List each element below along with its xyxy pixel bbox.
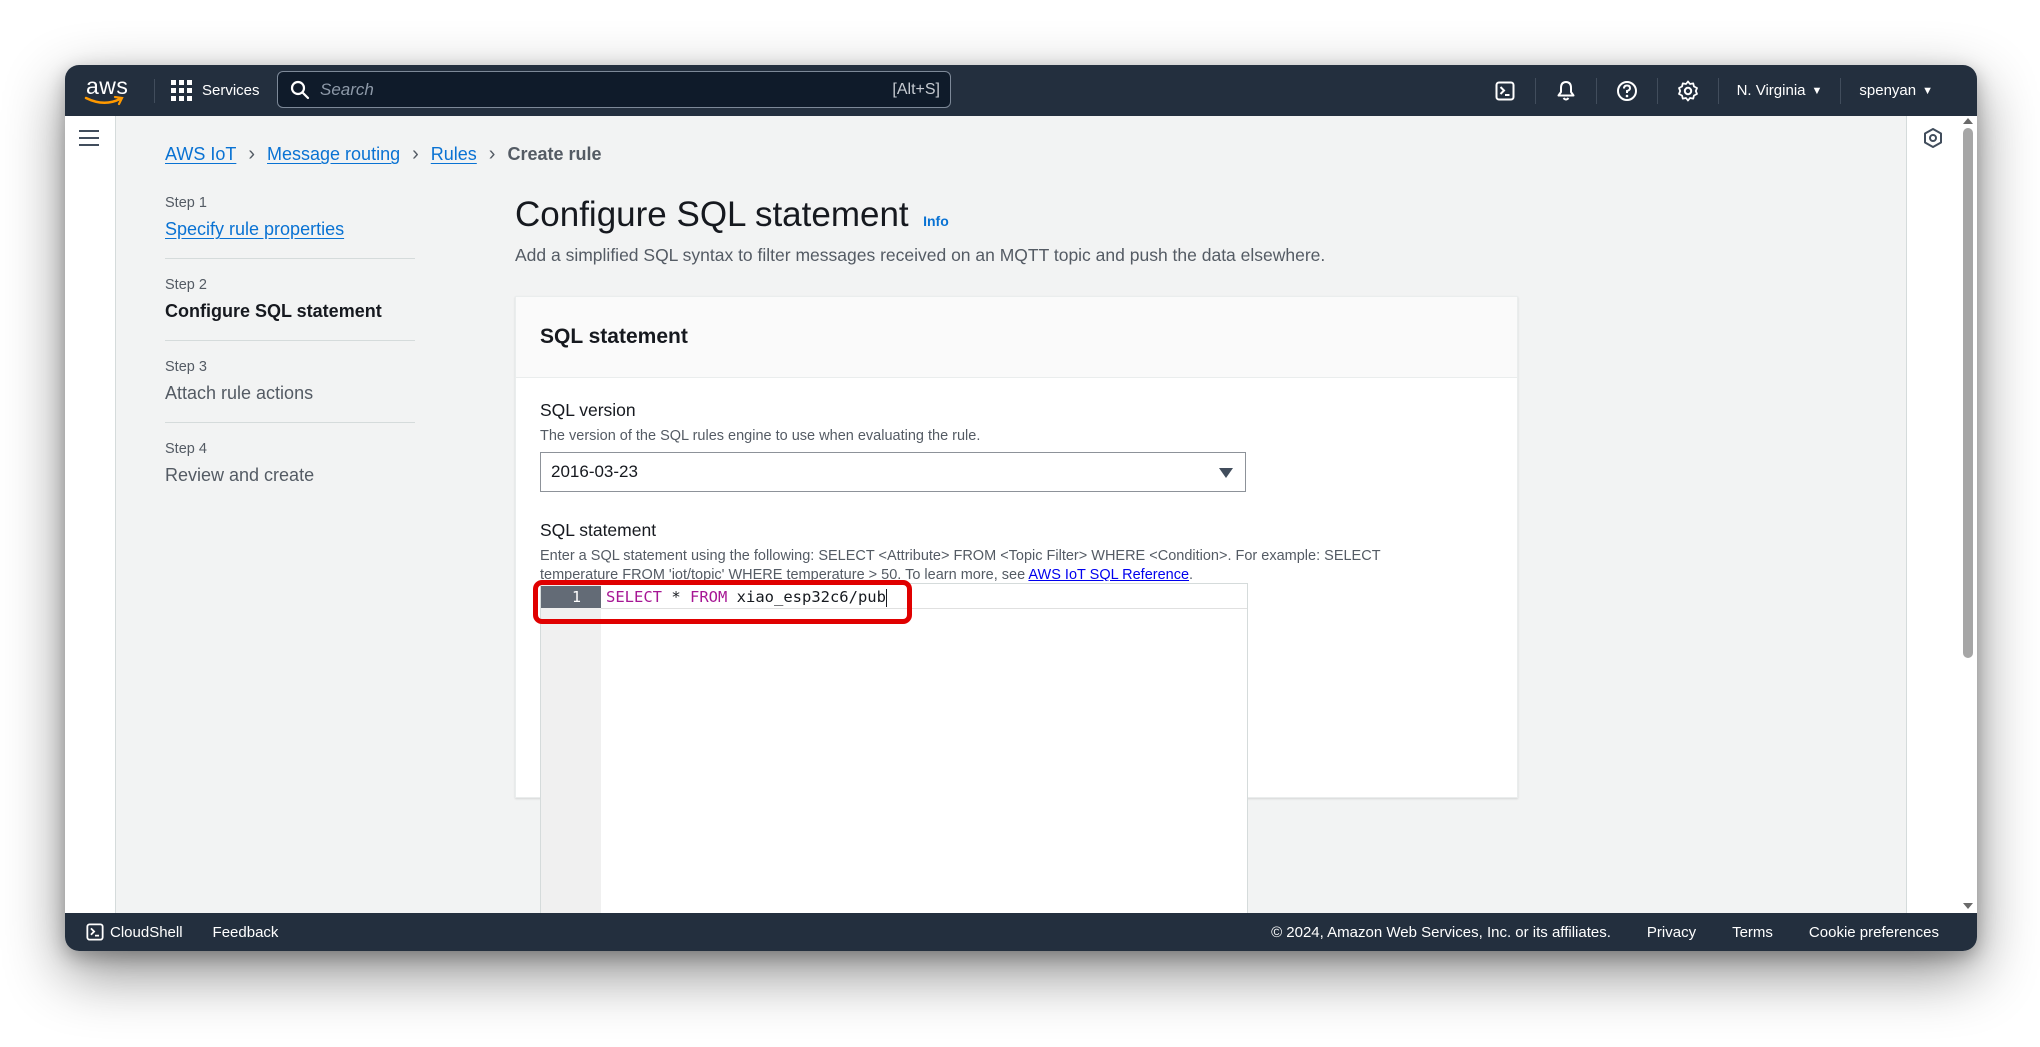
- services-menu-button[interactable]: Services: [167, 71, 264, 111]
- scroll-down-arrow-icon[interactable]: [1963, 903, 1973, 909]
- step-label: Review and create: [165, 465, 315, 485]
- help-icon: [1616, 80, 1637, 101]
- step-number: Step 3: [165, 359, 207, 375]
- search-icon: [290, 80, 310, 99]
- aws-smile-icon: [84, 95, 124, 105]
- cloudshell-icon: [1495, 81, 1515, 100]
- step-2: Step 2 Configure SQL statement: [165, 277, 415, 341]
- step-label-current: Configure SQL statement: [165, 301, 382, 321]
- privacy-link[interactable]: Privacy: [1647, 924, 1696, 941]
- breadcrumb-message-routing[interactable]: Message routing: [267, 144, 400, 165]
- menu-icon[interactable]: [79, 130, 99, 151]
- breadcrumb-rules[interactable]: Rules: [431, 144, 477, 165]
- chevron-right-icon: ›: [412, 143, 419, 165]
- nav-divider: [1717, 77, 1719, 104]
- footer-right-group: © 2024, Amazon Web Services, Inc. or its…: [1235, 924, 1939, 941]
- page-description: Add a simplified SQL syntax to filter me…: [515, 245, 1326, 265]
- sql-statement-label: SQL statement: [540, 520, 657, 540]
- chevron-right-icon: ›: [488, 143, 496, 165]
- cloudshell-label: CloudShell: [110, 923, 183, 941]
- wizard-steps: Step 1 Specify rule properties Step 2 Co…: [165, 195, 415, 522]
- sql-version-select[interactable]: 2016-03-23: [540, 452, 1246, 492]
- step-1: Step 1 Specify rule properties: [165, 195, 415, 259]
- scroll-up-arrow-icon[interactable]: [1963, 118, 1973, 124]
- step-number: Step 2: [165, 277, 207, 293]
- sql-version-label: SQL version: [540, 400, 636, 420]
- annotation-highlight-box: [533, 580, 912, 624]
- search-bar[interactable]: [Alt+S]: [277, 71, 951, 108]
- help-button[interactable]: [1605, 65, 1649, 116]
- chevron-right-icon: ›: [248, 143, 256, 165]
- sql-statement-desc-text: Enter a SQL statement using the followin…: [540, 548, 1381, 581]
- nav-divider: [1656, 77, 1658, 104]
- breadcrumb-current: Create rule: [507, 144, 602, 164]
- sql-version-value: 2016-03-23: [551, 462, 638, 481]
- sql-version-description: The version of the SQL rules engine to u…: [540, 428, 981, 444]
- sql-reference-link[interactable]: AWS IoT SQL Reference: [1028, 567, 1189, 581]
- panel-title: SQL statement: [540, 325, 688, 348]
- search-input[interactable]: [318, 78, 893, 101]
- cloudshell-icon: [86, 923, 104, 941]
- panel-header: SQL statement: [516, 297, 1517, 378]
- terms-link[interactable]: Terms: [1732, 924, 1773, 941]
- services-label: Services: [202, 82, 260, 99]
- footer-bar: CloudShell Feedback © 2024, Amazon Web S…: [65, 913, 1977, 951]
- breadcrumb-aws-iot[interactable]: AWS IoT: [165, 144, 236, 165]
- sql-code-editor[interactable]: 1 SELECT * FROM xiao_esp32c6/pub: [540, 583, 1248, 915]
- info-link[interactable]: Info: [923, 213, 949, 229]
- cloudshell-footer-button[interactable]: CloudShell: [86, 923, 183, 941]
- step-4: Step 4 Review and create: [165, 441, 415, 504]
- bell-icon: [1557, 80, 1575, 100]
- caret-down-icon: [1219, 468, 1233, 478]
- nav-right-group: N. Virginia ▼ spenyan ▼: [1483, 65, 1977, 116]
- feedback-link[interactable]: Feedback: [213, 924, 279, 941]
- copyright-text: © 2024, Amazon Web Services, Inc. or its…: [1271, 923, 1611, 941]
- sql-statement-description: Enter a SQL statement using the followin…: [540, 547, 1420, 581]
- sql-desc-end: .: [1189, 567, 1194, 581]
- browser-window: aws Services [Alt+S]: [65, 65, 1977, 951]
- step-link-specify-rule-properties[interactable]: Specify rule properties: [165, 219, 415, 240]
- breadcrumb: AWS IoT › Message routing › Rules › Crea…: [165, 143, 602, 166]
- step-number: Step 4: [165, 441, 207, 457]
- step-label: Attach rule actions: [165, 383, 314, 403]
- main-content-header: Configure SQL statement Info Add a simpl…: [515, 195, 1525, 266]
- search-shortcut: [Alt+S]: [892, 80, 940, 98]
- notifications-button[interactable]: [1544, 65, 1588, 116]
- caret-down-icon: ▼: [1922, 84, 1933, 97]
- tools-panel-icon[interactable]: [1922, 127, 1944, 149]
- account-menu[interactable]: spenyan ▼: [1849, 82, 1943, 99]
- region-label: N. Virginia: [1736, 82, 1806, 99]
- page-scrollbar[interactable]: [1959, 116, 1977, 913]
- nav-divider: [1595, 77, 1597, 104]
- side-navigation-rail: [65, 116, 116, 913]
- panel-body: SQL version The version of the SQL rules…: [516, 378, 1517, 937]
- settings-button[interactable]: [1666, 65, 1710, 116]
- grid-icon: [171, 80, 192, 101]
- top-navigation: aws Services [Alt+S]: [65, 65, 1977, 116]
- scroll-thumb[interactable]: [1963, 128, 1973, 658]
- nav-divider: [1534, 77, 1536, 104]
- nav-divider: [1840, 77, 1842, 104]
- cloudshell-nav-button[interactable]: [1483, 65, 1527, 116]
- cookie-preferences-link[interactable]: Cookie preferences: [1809, 924, 1939, 941]
- editor-gutter: 1: [541, 584, 601, 914]
- aws-logo[interactable]: aws: [82, 71, 142, 111]
- tools-rail: [1906, 116, 1959, 913]
- nav-separator: [154, 78, 155, 103]
- gear-icon: [1677, 80, 1698, 101]
- step-number: Step 1: [165, 195, 207, 211]
- account-label: spenyan: [1859, 82, 1917, 99]
- caret-down-icon: ▼: [1811, 84, 1823, 97]
- step-3: Step 3 Attach rule actions: [165, 359, 415, 423]
- region-selector[interactable]: N. Virginia ▼: [1727, 82, 1833, 99]
- sql-statement-panel: SQL statement SQL version The version of…: [515, 296, 1518, 915]
- page-title: Configure SQL statement: [515, 195, 909, 234]
